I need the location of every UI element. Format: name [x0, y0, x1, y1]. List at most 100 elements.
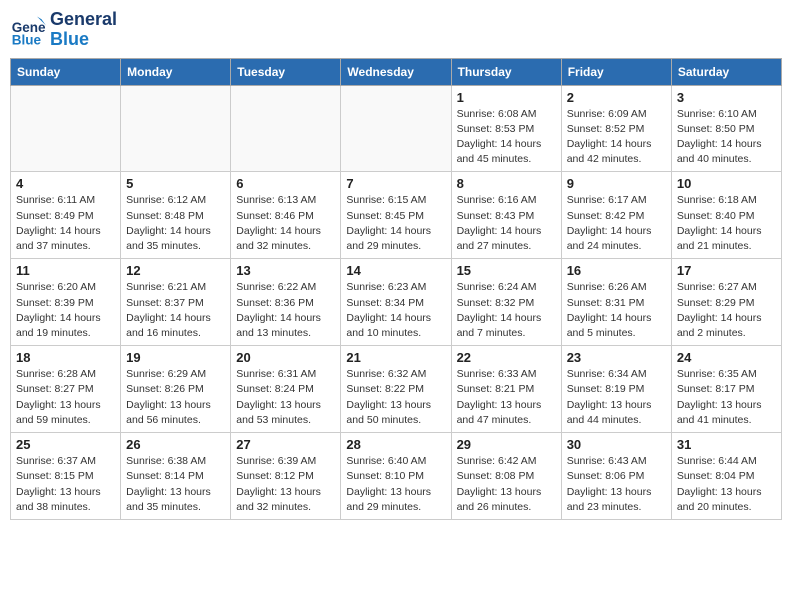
week-row-5: 25 Sunrise: 6:37 AMSunset: 8:15 PMDayligh…: [11, 433, 782, 520]
day-info: Sunrise: 6:18 AMSunset: 8:40 PMDaylight:…: [677, 193, 776, 254]
calendar-cell: [121, 85, 231, 172]
calendar-cell: 8 Sunrise: 6:16 AMSunset: 8:43 PMDaylight…: [451, 172, 561, 259]
day-info: Sunrise: 6:42 AMSunset: 8:08 PMDaylight:…: [457, 454, 556, 515]
day-number: 14: [346, 263, 445, 278]
day-info: Sunrise: 6:44 AMSunset: 8:04 PMDaylight:…: [677, 454, 776, 515]
calendar-cell: 21 Sunrise: 6:32 AMSunset: 8:22 PMDayligh…: [341, 346, 451, 433]
day-info: Sunrise: 6:37 AMSunset: 8:15 PMDaylight:…: [16, 454, 115, 515]
day-number: 7: [346, 176, 445, 191]
calendar-cell: 16Sunrise: 6:26 AMSunset: 8:31 PMDayligh…: [561, 259, 671, 346]
calendar-cell: [11, 85, 121, 172]
col-header-sunday: Sunday: [11, 58, 121, 85]
day-info: Sunrise: 6:28 AMSunset: 8:27 PMDaylight:…: [16, 367, 115, 428]
day-info: Sunrise: 6:09 AMSunset: 8:52 PMDaylight:…: [567, 107, 666, 168]
day-info: Sunrise: 6:31 AMSunset: 8:24 PMDaylight:…: [236, 367, 335, 428]
calendar-cell: 20 Sunrise: 6:31 AMSunset: 8:24 PMDayligh…: [231, 346, 341, 433]
day-number: 24: [677, 350, 776, 365]
day-number: 5: [126, 176, 225, 191]
calendar-cell: 4 Sunrise: 6:11 AMSunset: 8:49 PMDaylight…: [11, 172, 121, 259]
day-info: Sunrise: 6:26 AMSunset: 8:31 PMDaylight:…: [567, 280, 666, 341]
logo-text-general: General: [50, 10, 117, 30]
calendar-cell: 6 Sunrise: 6:13 AMSunset: 8:46 PMDaylight…: [231, 172, 341, 259]
day-info: Sunrise: 6:27 AMSunset: 8:29 PMDaylight:…: [677, 280, 776, 341]
day-number: 4: [16, 176, 115, 191]
day-number: 2: [567, 90, 666, 105]
day-number: 22: [457, 350, 556, 365]
logo-icon: General Blue: [10, 12, 46, 48]
day-number: 26: [126, 437, 225, 452]
day-info: Sunrise: 6:13 AMSunset: 8:46 PMDaylight:…: [236, 193, 335, 254]
day-info: Sunrise: 6:10 AMSunset: 8:50 PMDaylight:…: [677, 107, 776, 168]
day-info: Sunrise: 6:21 AMSunset: 8:37 PMDaylight:…: [126, 280, 225, 341]
calendar-header-row: SundayMondayTuesdayWednesdayThursdayFrid…: [11, 58, 782, 85]
calendar-cell: 17 Sunrise: 6:27 AMSunset: 8:29 PMDayligh…: [671, 259, 781, 346]
day-info: Sunrise: 6:38 AMSunset: 8:14 PMDaylight:…: [126, 454, 225, 515]
day-info: Sunrise: 6:20 AMSunset: 8:39 PMDaylight:…: [16, 280, 115, 341]
calendar-cell: 7 Sunrise: 6:15 AMSunset: 8:45 PMDaylight…: [341, 172, 451, 259]
day-number: 13: [236, 263, 335, 278]
day-info: Sunrise: 6:43 AMSunset: 8:06 PMDaylight:…: [567, 454, 666, 515]
week-row-2: 4 Sunrise: 6:11 AMSunset: 8:49 PMDaylight…: [11, 172, 782, 259]
header: General Blue General Blue: [10, 10, 782, 50]
day-number: 27: [236, 437, 335, 452]
calendar-table: SundayMondayTuesdayWednesdayThursdayFrid…: [10, 58, 782, 520]
calendar-cell: 29 Sunrise: 6:42 AMSunset: 8:08 PMDayligh…: [451, 433, 561, 520]
week-row-3: 11Sunrise: 6:20 AMSunset: 8:39 PMDayligh…: [11, 259, 782, 346]
calendar-cell: 13Sunrise: 6:22 AMSunset: 8:36 PMDayligh…: [231, 259, 341, 346]
day-info: Sunrise: 6:34 AMSunset: 8:19 PMDaylight:…: [567, 367, 666, 428]
calendar-cell: 12Sunrise: 6:21 AMSunset: 8:37 PMDayligh…: [121, 259, 231, 346]
calendar-cell: 26 Sunrise: 6:38 AMSunset: 8:14 PMDayligh…: [121, 433, 231, 520]
day-number: 6: [236, 176, 335, 191]
calendar-cell: 10Sunrise: 6:18 AMSunset: 8:40 PMDayligh…: [671, 172, 781, 259]
calendar-cell: 19Sunrise: 6:29 AMSunset: 8:26 PMDayligh…: [121, 346, 231, 433]
col-header-friday: Friday: [561, 58, 671, 85]
col-header-monday: Monday: [121, 58, 231, 85]
day-number: 28: [346, 437, 445, 452]
day-info: Sunrise: 6:35 AMSunset: 8:17 PMDaylight:…: [677, 367, 776, 428]
col-header-tuesday: Tuesday: [231, 58, 341, 85]
calendar-cell: 15 Sunrise: 6:24 AMSunset: 8:32 PMDayligh…: [451, 259, 561, 346]
day-number: 29: [457, 437, 556, 452]
calendar-cell: 18 Sunrise: 6:28 AMSunset: 8:27 PMDayligh…: [11, 346, 121, 433]
day-info: Sunrise: 6:23 AMSunset: 8:34 PMDaylight:…: [346, 280, 445, 341]
day-number: 21: [346, 350, 445, 365]
day-info: Sunrise: 6:11 AMSunset: 8:49 PMDaylight:…: [16, 193, 115, 254]
calendar-cell: 24 Sunrise: 6:35 AMSunset: 8:17 PMDayligh…: [671, 346, 781, 433]
col-header-wednesday: Wednesday: [341, 58, 451, 85]
calendar-cell: [341, 85, 451, 172]
logo: General Blue General Blue: [10, 10, 117, 50]
calendar-cell: 9Sunrise: 6:17 AMSunset: 8:42 PMDaylight…: [561, 172, 671, 259]
calendar-cell: 5 Sunrise: 6:12 AMSunset: 8:48 PMDaylight…: [121, 172, 231, 259]
day-info: Sunrise: 6:39 AMSunset: 8:12 PMDaylight:…: [236, 454, 335, 515]
week-row-1: 1 Sunrise: 6:08 AMSunset: 8:53 PMDaylight…: [11, 85, 782, 172]
day-info: Sunrise: 6:33 AMSunset: 8:21 PMDaylight:…: [457, 367, 556, 428]
day-info: Sunrise: 6:08 AMSunset: 8:53 PMDaylight:…: [457, 107, 556, 168]
day-number: 15: [457, 263, 556, 278]
calendar-cell: 22 Sunrise: 6:33 AMSunset: 8:21 PMDayligh…: [451, 346, 561, 433]
day-number: 8: [457, 176, 556, 191]
day-info: Sunrise: 6:40 AMSunset: 8:10 PMDaylight:…: [346, 454, 445, 515]
day-number: 25: [16, 437, 115, 452]
day-number: 1: [457, 90, 556, 105]
day-info: Sunrise: 6:17 AMSunset: 8:42 PMDaylight:…: [567, 193, 666, 254]
day-number: 23: [567, 350, 666, 365]
week-row-4: 18 Sunrise: 6:28 AMSunset: 8:27 PMDayligh…: [11, 346, 782, 433]
svg-text:Blue: Blue: [12, 32, 42, 47]
calendar-cell: [231, 85, 341, 172]
calendar-cell: 28 Sunrise: 6:40 AMSunset: 8:10 PMDayligh…: [341, 433, 451, 520]
calendar-cell: 1 Sunrise: 6:08 AMSunset: 8:53 PMDaylight…: [451, 85, 561, 172]
day-number: 18: [16, 350, 115, 365]
col-header-thursday: Thursday: [451, 58, 561, 85]
day-number: 20: [236, 350, 335, 365]
day-number: 19: [126, 350, 225, 365]
day-info: Sunrise: 6:12 AMSunset: 8:48 PMDaylight:…: [126, 193, 225, 254]
day-info: Sunrise: 6:32 AMSunset: 8:22 PMDaylight:…: [346, 367, 445, 428]
day-number: 17: [677, 263, 776, 278]
day-number: 3: [677, 90, 776, 105]
day-info: Sunrise: 6:15 AMSunset: 8:45 PMDaylight:…: [346, 193, 445, 254]
day-info: Sunrise: 6:24 AMSunset: 8:32 PMDaylight:…: [457, 280, 556, 341]
day-info: Sunrise: 6:16 AMSunset: 8:43 PMDaylight:…: [457, 193, 556, 254]
calendar-cell: 30Sunrise: 6:43 AMSunset: 8:06 PMDayligh…: [561, 433, 671, 520]
calendar-cell: 2 Sunrise: 6:09 AMSunset: 8:52 PMDaylight…: [561, 85, 671, 172]
logo-text-blue: Blue: [50, 30, 117, 50]
